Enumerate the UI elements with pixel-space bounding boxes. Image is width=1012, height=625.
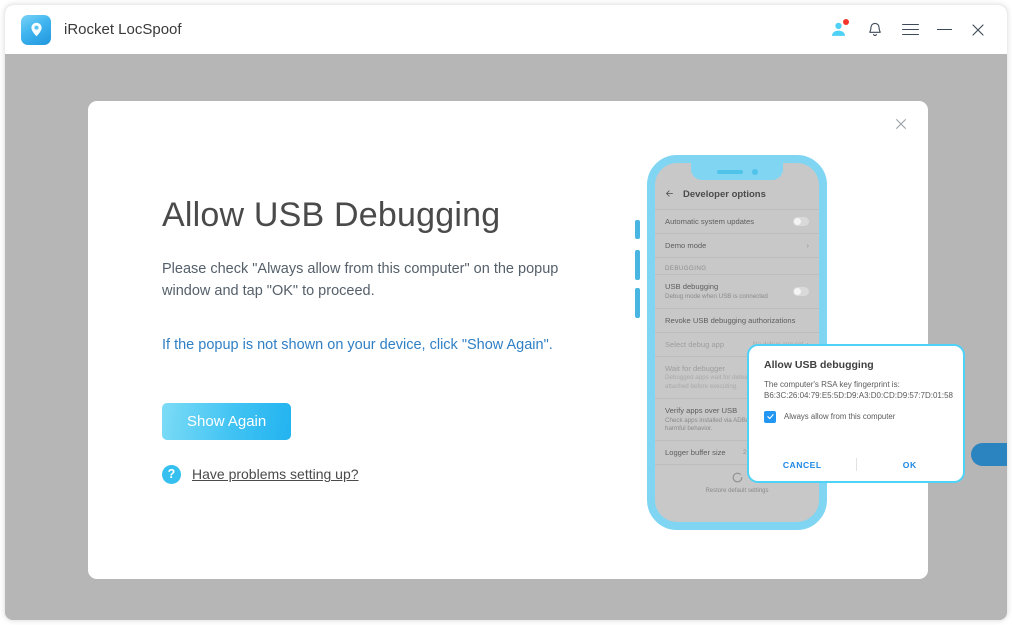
- row-label: Verify apps over USB: [665, 406, 738, 416]
- phone-notch: [691, 163, 783, 180]
- phone-volume-down-button: [635, 288, 640, 318]
- refresh-circle-icon: [731, 472, 744, 486]
- row-label: Revoke USB debugging authorizations: [665, 315, 796, 325]
- question-mark-icon: ?: [162, 464, 181, 484]
- row-label: Select debug app: [665, 339, 725, 349]
- modal-content: Allow USB Debugging Please check "Always…: [162, 196, 632, 484]
- modal-overlay: Allow USB Debugging Please check "Always…: [5, 54, 1007, 620]
- row-label: Logger buffer size: [665, 448, 726, 458]
- speaker-icon: [716, 169, 743, 174]
- phone-volume-up-button: [635, 250, 640, 280]
- row-label: Automatic system updates: [665, 217, 755, 226]
- back-arrow-icon[interactable]: [665, 189, 674, 200]
- ok-button[interactable]: OK: [857, 460, 964, 470]
- show-again-button[interactable]: Show Again: [162, 402, 292, 440]
- phone-row-usb-debugging[interactable]: USB debugging Debug mode when USB is con…: [655, 274, 819, 308]
- row-label: Wait for debugger: [665, 363, 726, 373]
- modal-note: If the popup is not shown on your device…: [162, 337, 553, 354]
- row-sub: Debug mode when USB is connected: [665, 292, 768, 300]
- help-link[interactable]: ? Have problems setting up?: [162, 464, 359, 484]
- row-label: USB debugging: [665, 282, 719, 291]
- app-window: iRocket LocSpoof Allow USB Debugging Ple…: [5, 5, 1007, 620]
- page-title: Allow USB Debugging: [162, 196, 501, 234]
- hamburger-menu-icon[interactable]: [902, 23, 919, 36]
- usb-debugging-modal: Allow USB Debugging Please check "Always…: [88, 101, 965, 579]
- phone-screen-title: Developer options: [683, 189, 766, 200]
- phone-row-revoke-authorizations[interactable]: Revoke USB debugging authorizations: [655, 307, 819, 332]
- minimize-icon[interactable]: [937, 28, 952, 31]
- phone-appbar: Developer options: [655, 183, 819, 209]
- dialog-body: The computer's RSA key fingerprint is: B…: [764, 380, 953, 401]
- phone-row-automatic-system-updates[interactable]: Automatic system updates: [655, 209, 819, 233]
- notification-badge-dot: [843, 19, 849, 25]
- checkbox-icon[interactable]: [764, 410, 776, 423]
- always-allow-checkbox-row[interactable]: Always allow from this computer: [764, 410, 948, 423]
- checkbox-label: Always allow from this computer: [784, 412, 896, 422]
- dialog-title: Allow USB debugging: [764, 359, 874, 371]
- bell-icon[interactable]: [866, 21, 884, 39]
- toggle-switch[interactable]: [793, 217, 809, 226]
- close-icon[interactable]: [890, 113, 912, 135]
- row-label: Demo mode: [665, 241, 707, 250]
- help-link-label: Have problems setting up?: [192, 466, 359, 483]
- phone-section-debugging: DEBUGGING: [655, 257, 819, 274]
- user-account-icon[interactable]: [829, 19, 849, 39]
- toggle-switch[interactable]: [793, 286, 809, 296]
- title-bar: iRocket LocSpoof: [5, 5, 1007, 54]
- phone-side-button: [635, 220, 640, 239]
- dialog-actions: CANCEL OK: [749, 458, 963, 471]
- camera-icon: [751, 168, 758, 175]
- android-usb-debugging-dialog: Allow USB debugging The computer's RSA k…: [747, 344, 965, 483]
- app-title: iRocket LocSpoof: [64, 21, 182, 38]
- modal-description: Please check "Always allow from this com…: [162, 261, 559, 300]
- phone-row-demo-mode[interactable]: Demo mode ›: [655, 233, 819, 257]
- close-icon[interactable]: [970, 22, 986, 38]
- chevron-right-icon: ›: [806, 241, 809, 250]
- location-pin-icon: [21, 14, 51, 45]
- cancel-button[interactable]: CANCEL: [749, 460, 856, 470]
- titlebar-actions: [829, 19, 1007, 39]
- side-panel-handle[interactable]: [971, 443, 1007, 466]
- restore-label: Restore default settings: [705, 488, 769, 495]
